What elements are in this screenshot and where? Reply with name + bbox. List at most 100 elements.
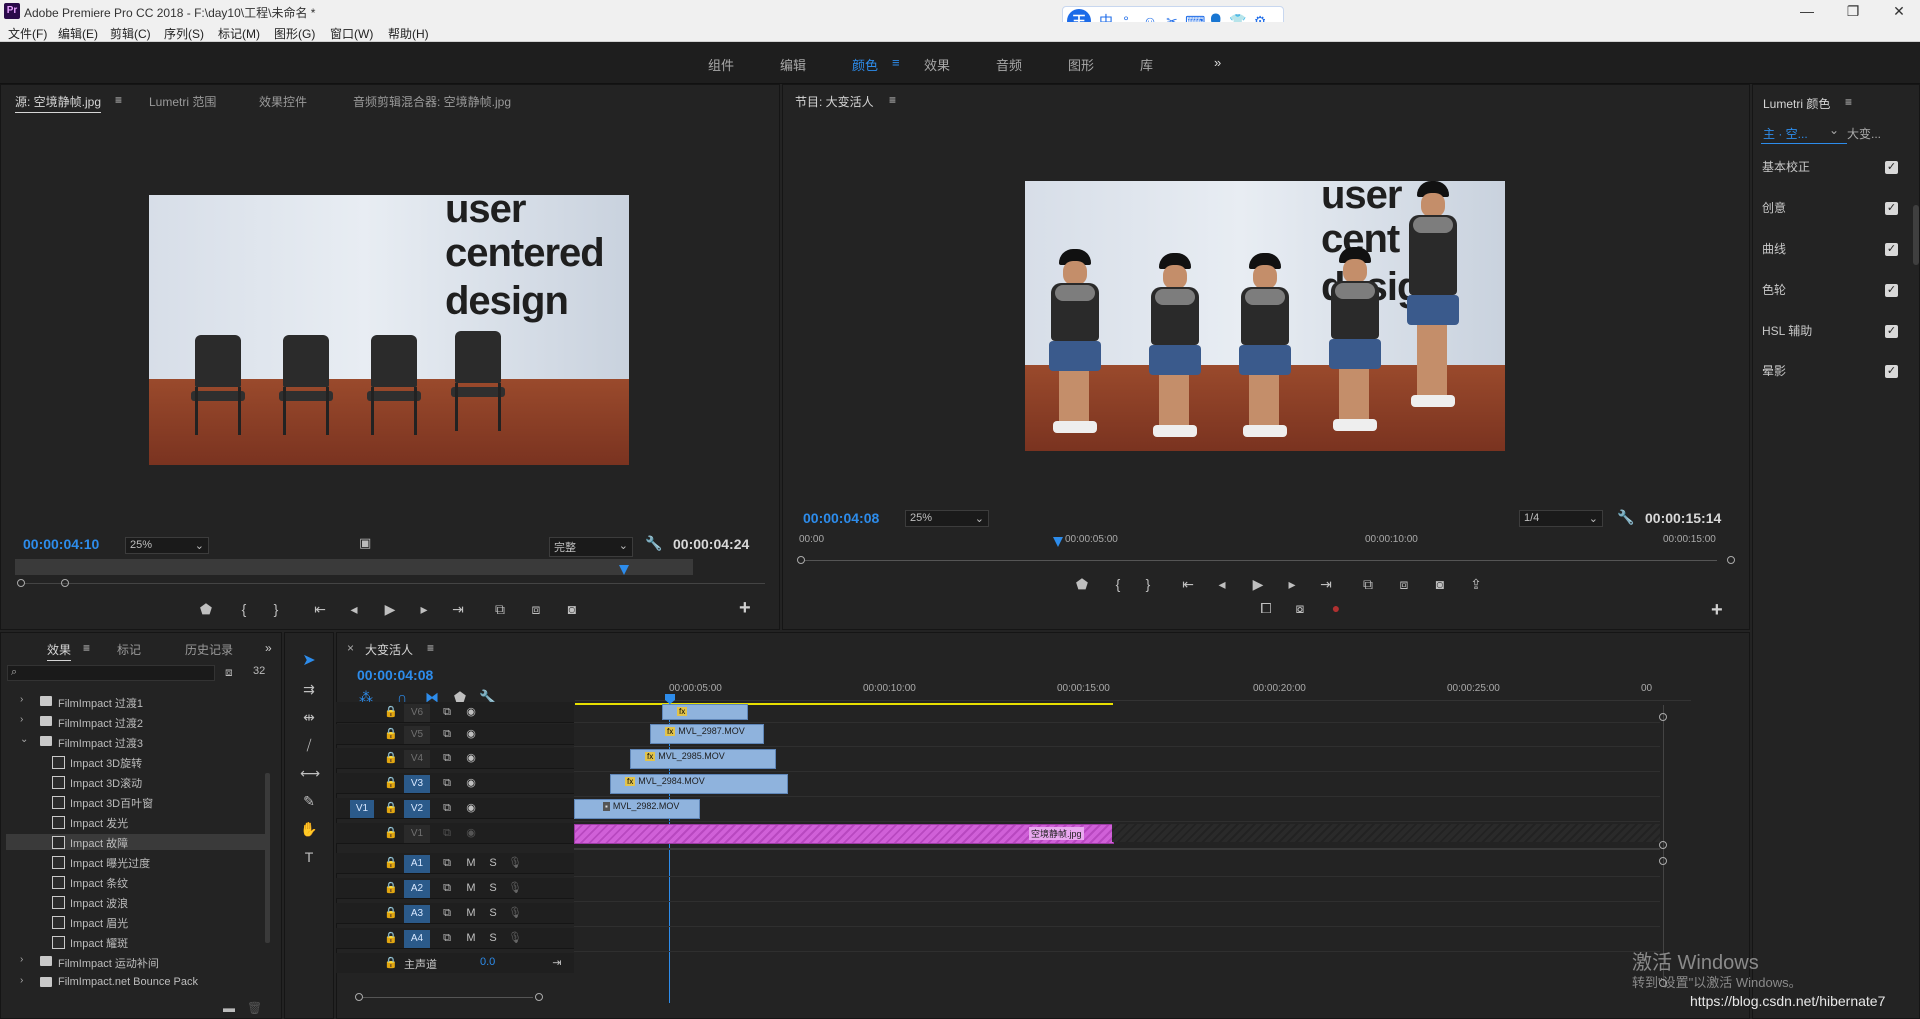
lumetri-master-clip-selector[interactable]: 主 · 空... [1763,125,1808,142]
effects-tree-item[interactable]: Impact 条纹 [6,874,270,890]
timeline-clip-v5[interactable]: fx MVL_2987.MOV [650,724,764,744]
source-quality-dropdown[interactable]: 完整 ⌄ [549,537,633,557]
timeline-playhead-line[interactable] [669,703,670,1003]
track-select-tool-icon[interactable]: ⇉ [300,681,318,697]
source-zoom-bar[interactable] [25,583,765,584]
new-bin-icon[interactable]: ▬ [223,1001,235,1015]
selection-tool-icon[interactable]: ➤ [300,653,318,669]
lock-icon[interactable]: 🔒 [384,905,398,921]
menu-sequence[interactable]: 序列(S) [164,25,204,42]
overwrite-icon[interactable]: ⧈ [527,601,545,617]
lock-icon[interactable]: 🔒 [384,880,398,896]
effects-tree-item[interactable]: ⌄ FilmImpact 过渡3 [6,734,270,750]
accelerated-effects-icon[interactable]: ⧈ [225,665,233,680]
ripple-edit-tool-icon[interactable]: ⇹ [300,709,318,725]
tab-timeline-sequence[interactable]: 大变活人 [365,641,413,660]
track-target-v6[interactable]: V6 [404,704,430,722]
go-to-end-icon[interactable]: ⇥ [550,955,564,971]
master-volume-value[interactable]: 0.0 [480,956,495,968]
tab-audio-clip-mixer[interactable]: 音频剪辑混合器: 空境静帧.jpg [353,93,511,110]
workspace-editing[interactable]: 编辑 [780,55,806,74]
effects-tree-item[interactable]: Impact 3D旋转 [6,754,270,770]
eye-icon[interactable]: ◉ [464,825,478,841]
source-settings-wrench-icon[interactable]: 🔧 [645,535,662,552]
source-patch-v1[interactable]: V1 [350,800,374,818]
timeline-clip-v2[interactable]: ▪ MVL_2982.MOV [574,799,700,819]
effects-tree-item[interactable]: › FilmImpact 过渡1 [6,694,270,710]
checkbox-checked-icon[interactable]: ✓ [1885,284,1898,297]
effects-tree-item[interactable]: › FilmImpact.net Bounce Pack [6,975,270,991]
effects-tree-item[interactable]: Impact 波浪 [6,894,270,910]
comparison-view-icon[interactable]: ⧠ [1257,600,1275,616]
toggle-proxies-icon[interactable]: ⧇ [1291,600,1309,616]
workspace-color-menu-icon[interactable]: ≡ [892,55,900,70]
lumetri-menu-icon[interactable]: ≡ [1845,95,1852,109]
program-settings-wrench-icon[interactable]: 🔧 [1617,509,1634,526]
step-back-icon[interactable]: ◂ [345,601,363,617]
lift-icon[interactable]: ⧉ [1359,576,1377,592]
go-to-in-icon[interactable]: ⇤ [311,601,329,617]
checkbox-checked-icon[interactable]: ✓ [1885,161,1898,174]
lock-icon[interactable]: 🔒 [384,775,398,791]
lock-icon[interactable]: 🔒 [384,930,398,946]
chevron-down-icon[interactable]: ⌄ [1829,123,1839,137]
workspace-assembly[interactable]: 组件 [708,55,734,74]
tab-timeline-menu-icon[interactable]: ≡ [427,641,434,655]
source-zoom-handle-right[interactable] [61,579,69,587]
program-zoom-dropdown[interactable]: 25% ⌄ [905,510,989,527]
program-zoom-handle-left[interactable] [797,556,805,564]
solo-button[interactable]: S [486,855,500,871]
track-target-v2[interactable]: V2 [404,800,430,818]
microphone-icon[interactable]: 🎙 [508,905,522,921]
effects-tree-item[interactable]: Impact 发光 [6,814,270,830]
record-icon[interactable]: ● [1327,600,1345,616]
sync-lock-icon[interactable]: ⧉ [440,930,454,946]
menu-marker[interactable]: 标记(M) [218,25,260,42]
delete-icon[interactable]: 🗑 [247,1001,262,1015]
minimize-button[interactable]: — [1792,2,1822,20]
microphone-icon[interactable]: 🎙 [508,855,522,871]
effects-tree-item-selected[interactable]: Impact 故障 [6,834,270,850]
solo-button[interactable]: S [486,880,500,896]
workspace-effects[interactable]: 效果 [924,55,950,74]
step-forward-icon[interactable]: ▸ [415,601,433,617]
insert-icon[interactable]: ⧉ [491,601,509,617]
lock-icon[interactable]: 🔒 [384,726,398,742]
solo-button[interactable]: S [486,930,500,946]
program-timecode-current[interactable]: 00:00:04:08 [803,510,879,526]
menu-file[interactable]: 文件(F) [8,25,47,42]
source-timecode-current[interactable]: 00:00:04:10 [23,536,99,552]
program-playhead[interactable] [1053,537,1063,547]
scroll-handle[interactable] [1659,841,1667,849]
lumetri-section-creative[interactable]: 创意 ✓ [1762,199,1898,221]
share-icon[interactable]: ⇪ [1467,576,1485,592]
timeline-timecode[interactable]: 00:00:04:08 [357,667,433,683]
add-marker-icon[interactable]: ⬟ [197,601,215,617]
work-area-bar[interactable] [575,703,1113,705]
workspace-more-icon[interactable]: » [1214,55,1221,70]
timeline-zoom-handle-left[interactable] [355,993,363,1001]
workspace-audio[interactable]: 音频 [996,55,1022,74]
timeline-clip-v6[interactable]: fx [662,704,748,720]
eye-icon[interactable]: ◉ [464,775,478,791]
checkbox-checked-icon[interactable]: ✓ [1885,365,1898,378]
lock-icon[interactable]: 🔒 [384,855,398,871]
checkbox-checked-icon[interactable]: ✓ [1885,325,1898,338]
effects-tree-item[interactable]: Impact 曝光过度 [6,854,270,870]
eye-icon[interactable]: ◉ [464,704,478,720]
type-tool-icon[interactable]: T [300,849,318,865]
go-to-out-icon[interactable]: ⇥ [1317,576,1335,592]
timeline-clip-v1-still[interactable]: 空境静帧.jpg [574,824,1114,844]
source-scrub-bar[interactable] [15,559,693,575]
extract-icon[interactable]: ⧈ [1395,576,1413,592]
program-zoom-handle-right[interactable] [1727,556,1735,564]
close-tab-icon[interactable]: × [347,641,354,655]
track-target-v3[interactable]: V3 [404,775,430,793]
menu-help[interactable]: 帮助(H) [388,25,429,42]
sync-lock-icon[interactable]: ⧉ [440,726,454,742]
track-target-a4[interactable]: A4 [404,930,430,948]
eye-icon[interactable]: ◉ [464,726,478,742]
sync-lock-icon[interactable]: ⧉ [440,880,454,896]
mark-out-icon[interactable]: } [1139,576,1157,592]
track-target-a2[interactable]: A2 [404,880,430,898]
